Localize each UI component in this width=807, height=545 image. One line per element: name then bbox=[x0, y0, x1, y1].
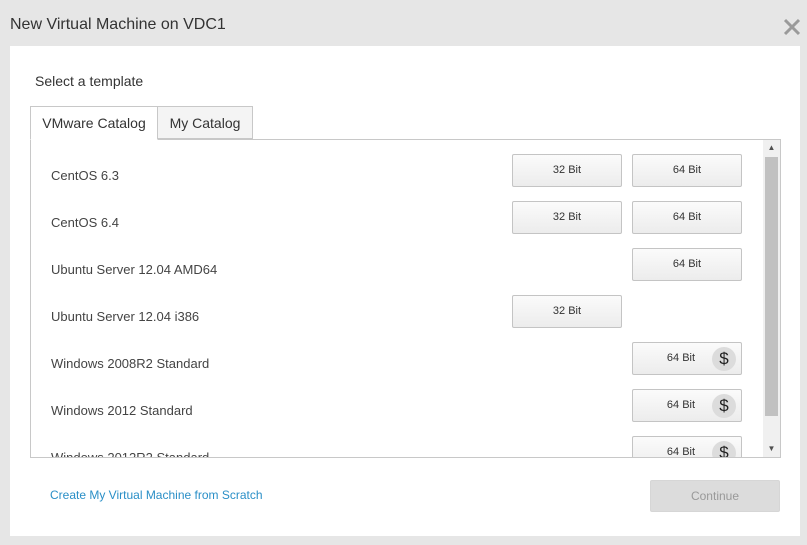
create-from-scratch-link[interactable]: Create My Virtual Machine from Scratch bbox=[50, 488, 263, 502]
template-row: Windows 2012 Standard 64 Bit $ bbox=[31, 389, 762, 436]
template-name: Ubuntu Server 12.04 AMD64 bbox=[51, 262, 218, 277]
centos-6-3-32bit-button[interactable]: 32 Bit bbox=[512, 154, 622, 187]
arrow-down-icon[interactable]: ▼ bbox=[763, 441, 780, 457]
scrollbar-thumb[interactable] bbox=[765, 157, 778, 416]
dollar-icon: $ bbox=[712, 347, 736, 371]
close-icon[interactable] bbox=[781, 16, 803, 38]
template-name: Windows 2012 Standard bbox=[51, 403, 193, 418]
centos-6-4-32bit-button[interactable]: 32 Bit bbox=[512, 201, 622, 234]
dialog-panel: Select a template VMware Catalog My Cata… bbox=[10, 46, 800, 536]
ubuntu-amd64-64bit-button[interactable]: 64 Bit bbox=[632, 248, 742, 281]
template-row: Ubuntu Server 12.04 i386 32 Bit bbox=[31, 295, 762, 342]
list-scrollbar[interactable]: ▲ ▼ bbox=[763, 140, 780, 457]
tab-vmware-catalog[interactable]: VMware Catalog bbox=[30, 106, 158, 140]
template-name: CentOS 6.3 bbox=[51, 168, 119, 183]
windows-2012r2-64bit-button[interactable]: 64 Bit $ bbox=[632, 436, 742, 457]
template-name: Ubuntu Server 12.04 i386 bbox=[51, 309, 200, 324]
template-row: Windows 2012R2 Standard 64 Bit $ bbox=[31, 436, 762, 458]
template-name: Windows 2008R2 Standard bbox=[51, 356, 210, 371]
template-name: Windows 2012R2 Standard bbox=[51, 450, 210, 458]
centos-6-4-64bit-button[interactable]: 64 Bit bbox=[632, 201, 742, 234]
centos-6-3-64bit-button[interactable]: 64 Bit bbox=[632, 154, 742, 187]
template-row: Ubuntu Server 12.04 AMD64 64 Bit bbox=[31, 248, 762, 295]
ubuntu-i386-32bit-button[interactable]: 32 Bit bbox=[512, 295, 622, 328]
title-bar: New Virtual Machine on VDC1 bbox=[0, 0, 807, 46]
template-row: CentOS 6.3 32 Bit 64 Bit bbox=[31, 154, 762, 201]
dollar-icon: $ bbox=[712, 394, 736, 418]
template-row: Windows 2008R2 Standard 64 Bit $ bbox=[31, 342, 762, 389]
windows-2012-64bit-button[interactable]: 64 Bit $ bbox=[632, 389, 742, 422]
template-list: CentOS 6.3 32 Bit 64 Bit CentOS 6.4 32 B… bbox=[30, 139, 781, 458]
template-name: CentOS 6.4 bbox=[51, 215, 119, 230]
continue-button[interactable]: Continue bbox=[650, 480, 780, 512]
arrow-up-icon[interactable]: ▲ bbox=[763, 140, 780, 156]
window-title: New Virtual Machine on VDC1 bbox=[10, 16, 226, 33]
dialog-subtitle: Select a template bbox=[35, 73, 144, 89]
windows-2008r2-64bit-button[interactable]: 64 Bit $ bbox=[632, 342, 742, 375]
template-row: CentOS 6.4 32 Bit 64 Bit bbox=[31, 201, 762, 248]
tab-my-catalog[interactable]: My Catalog bbox=[158, 106, 253, 139]
dollar-icon: $ bbox=[712, 441, 736, 457]
